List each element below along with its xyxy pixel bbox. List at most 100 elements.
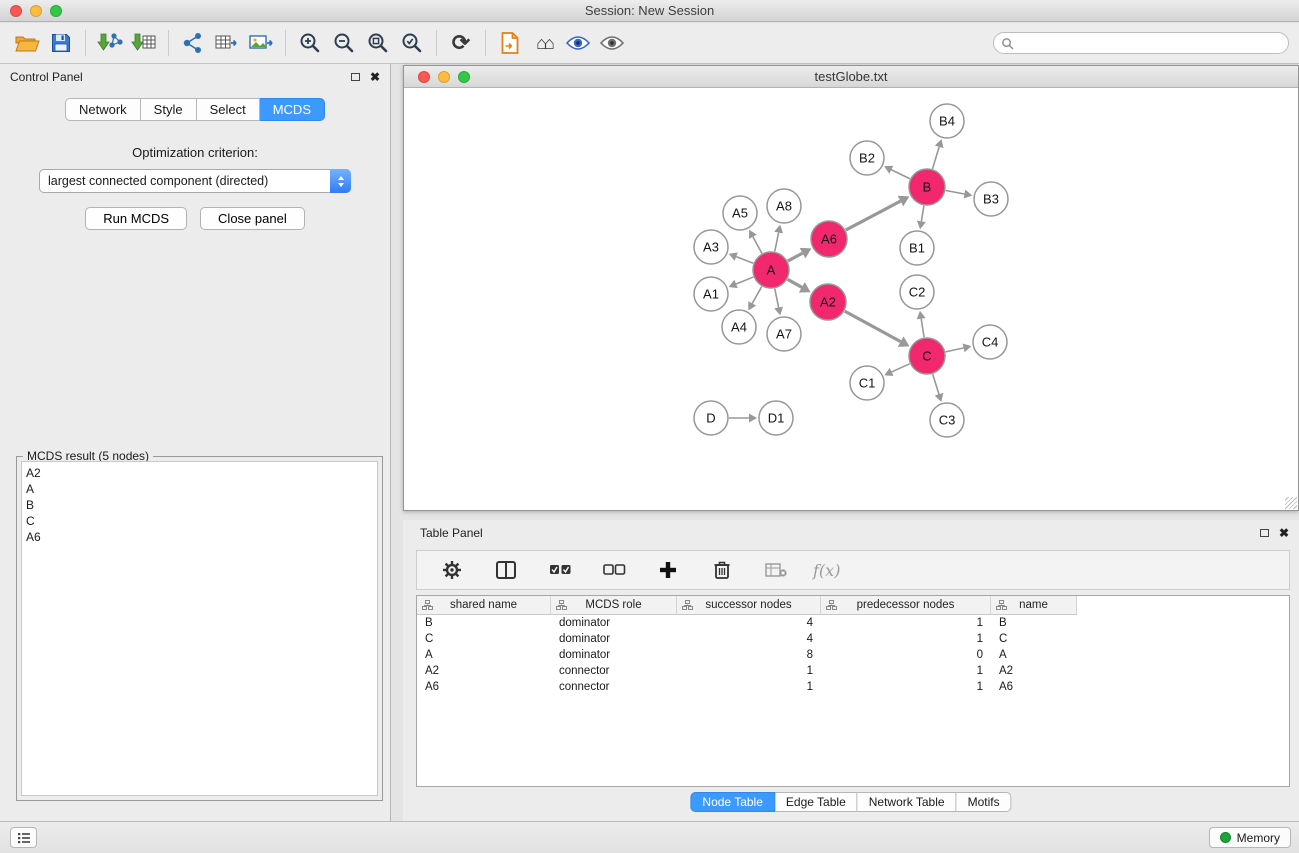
memory-button[interactable]: Memory bbox=[1209, 827, 1291, 848]
mcds-result-item[interactable]: A2 bbox=[22, 465, 377, 481]
annotation-button[interactable] bbox=[493, 27, 527, 59]
float-panel-icon[interactable] bbox=[1260, 529, 1269, 537]
graph-node-A2[interactable]: A2 bbox=[810, 284, 846, 320]
table-cell[interactable]: dominator bbox=[551, 617, 677, 629]
show-style-button[interactable] bbox=[561, 27, 595, 59]
graph-edge-A-A5[interactable] bbox=[749, 230, 762, 254]
tab-motifs[interactable]: Motifs bbox=[957, 792, 1012, 812]
graph-node-A1[interactable]: A1 bbox=[694, 277, 728, 311]
table-cell[interactable]: 1 bbox=[677, 681, 821, 693]
graph-node-A5[interactable]: A5 bbox=[723, 196, 757, 230]
table-cell[interactable]: 4 bbox=[677, 617, 821, 629]
zoom-fit-button[interactable] bbox=[361, 27, 395, 59]
zoom-out-button[interactable] bbox=[327, 27, 361, 59]
graph-edge-C-C2[interactable] bbox=[917, 311, 926, 337]
delete-column-button[interactable] bbox=[705, 554, 739, 586]
tab-mcds[interactable]: MCDS bbox=[260, 98, 325, 121]
graph-edge-A-A7[interactable] bbox=[774, 289, 783, 316]
table-cell[interactable]: B bbox=[417, 617, 551, 629]
graph-edge-C-C1[interactable] bbox=[884, 364, 909, 376]
table-cell[interactable]: C bbox=[991, 633, 1077, 645]
new-network-button[interactable] bbox=[176, 27, 210, 59]
mcds-result-list[interactable]: A2ABCA6 bbox=[21, 461, 378, 796]
table-cell[interactable]: 1 bbox=[821, 633, 991, 645]
table-cell[interactable]: 4 bbox=[677, 633, 821, 645]
add-column-button[interactable] bbox=[651, 554, 685, 586]
table-cell[interactable]: 1 bbox=[677, 665, 821, 677]
tab-style[interactable]: Style bbox=[141, 98, 197, 121]
graph-node-D1[interactable]: D1 bbox=[759, 401, 793, 435]
table-row[interactable]: A2connector11A2 bbox=[417, 663, 1289, 679]
column-header-successor-nodes[interactable]: successor nodes bbox=[677, 596, 821, 615]
graph-node-A4[interactable]: A4 bbox=[722, 310, 756, 344]
tab-network-table[interactable]: Network Table bbox=[858, 792, 957, 812]
mcds-result-item[interactable]: A6 bbox=[22, 529, 377, 545]
table-cell[interactable]: A6 bbox=[417, 681, 551, 693]
table-cell[interactable]: dominator bbox=[551, 649, 677, 661]
graph-edge-A-A8[interactable] bbox=[774, 225, 783, 252]
mcds-result-item[interactable]: C bbox=[22, 513, 377, 529]
table-cell[interactable]: A bbox=[991, 649, 1077, 661]
graph-edge-A-A1[interactable] bbox=[729, 277, 754, 288]
zoom-network-window-button[interactable] bbox=[458, 71, 470, 83]
table-cell[interactable]: C bbox=[417, 633, 551, 645]
table-row[interactable]: Bdominator41B bbox=[417, 615, 1289, 631]
save-session-button[interactable] bbox=[44, 27, 78, 59]
table-cell[interactable]: A6 bbox=[991, 681, 1077, 693]
graph-node-C[interactable]: C bbox=[909, 338, 945, 374]
tab-node-table[interactable]: Node Table bbox=[690, 792, 775, 812]
zoom-window-button[interactable] bbox=[50, 5, 62, 17]
table-row[interactable]: Adominator80A bbox=[417, 647, 1289, 663]
column-header-predecessor-nodes[interactable]: predecessor nodes bbox=[821, 596, 991, 615]
graph-node-C4[interactable]: C4 bbox=[973, 325, 1007, 359]
graph-edge-D-D1[interactable] bbox=[729, 414, 757, 423]
close-panel-icon[interactable]: ✖ bbox=[370, 71, 380, 83]
graph-edge-C-C3[interactable] bbox=[933, 374, 944, 402]
graph-edge-B-B2[interactable] bbox=[884, 166, 910, 179]
open-session-button[interactable] bbox=[10, 27, 44, 59]
table-cell[interactable]: A2 bbox=[991, 665, 1077, 677]
mcds-result-item[interactable]: A bbox=[22, 481, 377, 497]
table-cell[interactable]: 8 bbox=[677, 649, 821, 661]
search-box[interactable] bbox=[993, 32, 1289, 54]
graph-edge-B-B1[interactable] bbox=[917, 206, 926, 230]
refresh-button[interactable]: ⟳ bbox=[444, 27, 478, 59]
column-header-MCDS-role[interactable]: MCDS role bbox=[551, 596, 677, 615]
import-network-button[interactable] bbox=[93, 27, 127, 59]
graph-node-C3[interactable]: C3 bbox=[930, 403, 964, 437]
graph-node-A[interactable]: A bbox=[753, 252, 789, 288]
table-cell[interactable]: A bbox=[417, 649, 551, 661]
column-header-name[interactable]: name bbox=[991, 596, 1077, 615]
export-table-button[interactable] bbox=[210, 27, 244, 59]
graph-node-B2[interactable]: B2 bbox=[850, 141, 884, 175]
table-cell[interactable]: connector bbox=[551, 681, 677, 693]
graph-node-B4[interactable]: B4 bbox=[930, 104, 964, 138]
first-neighbors-button[interactable]: ⌂⌂ bbox=[527, 27, 561, 59]
graph-node-A7[interactable]: A7 bbox=[767, 317, 801, 351]
select-all-button[interactable] bbox=[543, 554, 577, 586]
graph-node-A6[interactable]: A6 bbox=[811, 221, 847, 257]
graph-edge-A6-B[interactable] bbox=[846, 196, 910, 230]
graph-edge-B-B3[interactable] bbox=[946, 190, 973, 199]
table-settings-button[interactable] bbox=[435, 554, 469, 586]
close-network-window-button[interactable] bbox=[418, 71, 430, 83]
network-canvas[interactable]: B4B2BB3A5A8A6A3B1AC2A1A2A4A7C4CC1DD1C3 bbox=[404, 89, 1298, 510]
close-panel-button[interactable]: Close panel bbox=[200, 207, 305, 230]
run-mcds-button[interactable]: Run MCDS bbox=[85, 207, 187, 230]
graph-node-B3[interactable]: B3 bbox=[974, 182, 1008, 216]
table-cell[interactable]: dominator bbox=[551, 633, 677, 645]
show-graphics-button[interactable] bbox=[595, 27, 629, 59]
table-row[interactable]: Cdominator41C bbox=[417, 631, 1289, 647]
graph-edge-A-A2[interactable] bbox=[788, 279, 811, 292]
graph-edge-B-B4[interactable] bbox=[933, 139, 944, 169]
function-builder-button[interactable]: f(x) bbox=[813, 561, 840, 580]
graph-edge-A-A6[interactable] bbox=[788, 248, 812, 261]
table-row[interactable]: A6connector11A6 bbox=[417, 679, 1289, 695]
import-table-button[interactable] bbox=[127, 27, 161, 59]
deselect-all-button[interactable] bbox=[597, 554, 631, 586]
graph-edge-A-A4[interactable] bbox=[748, 287, 761, 311]
table-cell[interactable]: connector bbox=[551, 665, 677, 677]
column-header-shared-name[interactable]: shared name bbox=[417, 596, 551, 615]
graph-node-B[interactable]: B bbox=[909, 169, 945, 205]
table-cell[interactable]: A2 bbox=[417, 665, 551, 677]
